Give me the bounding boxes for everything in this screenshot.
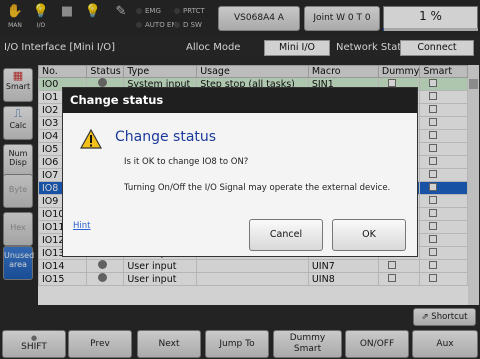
change-status-dialog: Change status Change status Is it OK to … (62, 87, 418, 257)
dialog-header: Change status (63, 88, 417, 113)
dialog-title: Change status (115, 129, 217, 145)
ok-button[interactable]: OK (332, 219, 406, 251)
dialog-note: Turning On/Off the I/O Signal may operat… (124, 183, 391, 193)
dialog-question: Is it OK to change IO8 to ON? (124, 157, 249, 167)
hint-link[interactable]: Hint (73, 221, 90, 231)
dialog-body: Change status Is it OK to change IO8 to … (63, 113, 417, 256)
warning-icon (80, 129, 102, 149)
cancel-button[interactable]: Cancel (249, 219, 323, 251)
